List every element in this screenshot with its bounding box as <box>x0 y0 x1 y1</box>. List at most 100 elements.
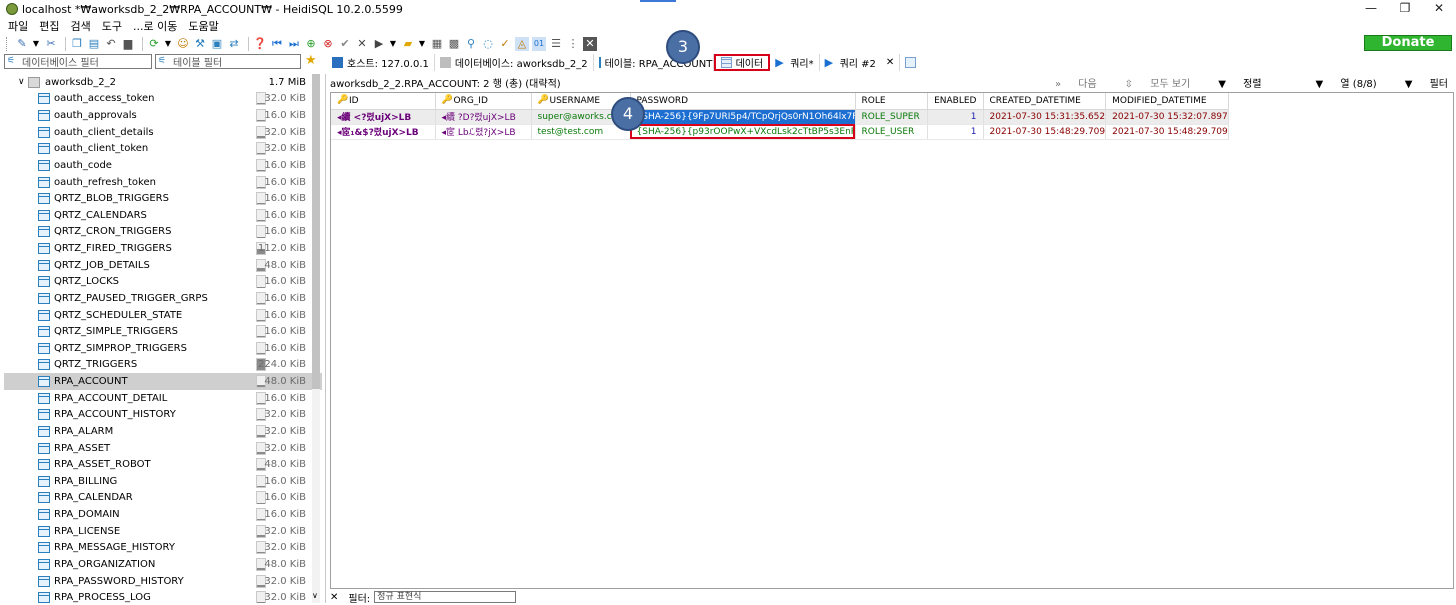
chevron-down-icon[interactable]: ▼ <box>32 37 40 51</box>
col-header-enabled[interactable]: ENABLED <box>927 93 984 110</box>
next-button[interactable]: » 다음 <box>1041 75 1097 90</box>
chevron-down-icon[interactable]: ▼ <box>418 37 426 51</box>
tree-table-item[interactable]: RPA_ORGANIZATION 48.0 KiB <box>4 556 322 573</box>
run-query-icon[interactable]: ▶ <box>372 37 386 51</box>
cell-modified[interactable]: 2021-07-30 15:48:29.709 <box>1105 124 1229 140</box>
tree-table-item[interactable]: QRTZ_SIMPROP_TRIGGERS 16.0 KiB <box>4 340 322 357</box>
tab-query-2[interactable]: ▶ 쿼리 #2 ✕ <box>820 53 901 71</box>
col-header-role[interactable]: ROLE <box>855 93 928 110</box>
tree-table-item[interactable]: QRTZ_PAUSED_TRIGGER_GRPS 16.0 KiB <box>4 290 322 307</box>
open-folder-icon[interactable]: ▰ <box>401 37 415 51</box>
tree-table-item[interactable]: RPA_PROCESS_LOG 32.0 KiB <box>4 589 322 603</box>
tab-database[interactable]: 데이터베이스: aworksdb_2_2 <box>435 53 594 71</box>
tree-table-item[interactable]: oauth_client_token 32.0 KiB <box>4 141 322 158</box>
wrap-icon[interactable]: ☰ <box>549 37 563 51</box>
tab-query[interactable]: ▶ 쿼리* <box>770 53 820 71</box>
tree-table-item[interactable]: RPA_CALENDAR 16.0 KiB <box>4 490 322 507</box>
tree-scrollbar-thumb[interactable] <box>312 74 320 389</box>
help-icon[interactable]: ❓ <box>253 37 267 51</box>
col-header-created[interactable]: CREATED_DATETIME <box>983 93 1107 110</box>
menu-edit[interactable]: 편집 <box>39 18 59 34</box>
tree-table-item[interactable]: QRTZ_FIRED_TRIGGERS 112.0 KiB <box>4 240 322 257</box>
tree-table-item[interactable]: QRTZ_JOB_DETAILS 48.0 KiB <box>4 257 322 274</box>
cell-password[interactable]: {SHA-256}{9Fp7URI5p4/TCpQrjQs0rN1Oh64lx7… <box>630 109 856 125</box>
refresh-icon[interactable]: ⟳ <box>147 37 161 51</box>
export-icon[interactable]: ▣ <box>210 37 224 51</box>
tree-table-item[interactable]: QRTZ_SIMPLE_TRIGGERS 16.0 KiB <box>4 323 322 340</box>
col-header-org-id[interactable]: 🔑ORG_ID <box>435 93 532 110</box>
col-header-id[interactable]: 🔑ID <box>331 93 436 110</box>
menu-goto[interactable]: ...로 이동 <box>133 18 177 34</box>
tree-table-item[interactable]: RPA_MESSAGE_HISTORY 32.0 KiB <box>4 540 322 557</box>
minimize-icon[interactable]: — <box>1354 0 1388 18</box>
close-icon[interactable]: ✕ <box>1422 0 1456 18</box>
close-tab-icon[interactable]: ✕ <box>886 57 894 68</box>
tree-table-item[interactable]: RPA_PASSWORD_HISTORY 32.0 KiB <box>4 573 322 590</box>
disconnect-icon[interactable]: ✂ <box>44 37 58 51</box>
col-header-password[interactable]: PASSWORD <box>630 93 856 110</box>
first-record-icon[interactable]: ⏮ <box>270 37 284 51</box>
cell-password[interactable]: {SHA-256}{p93rOOPwX+VXcdLsk2cTtBP5s3EnP1… <box>630 124 856 140</box>
cell-created[interactable]: 2021-07-30 15:48:29.709 <box>983 124 1107 140</box>
post-icon[interactable]: ✔ <box>338 37 352 51</box>
delete-row-icon[interactable]: ⊗ <box>321 37 335 51</box>
tree-table-item[interactable]: QRTZ_TRIGGERS 224.0 KiB <box>4 357 322 374</box>
tree-table-item[interactable]: oauth_client_details 32.0 KiB <box>4 124 322 141</box>
tree-scrollbar[interactable] <box>312 74 320 603</box>
menu-tools[interactable]: 도구 <box>102 18 122 34</box>
tree-table-item[interactable]: RPA_LICENSE 32.0 KiB <box>4 523 322 540</box>
import-icon[interactable]: ⇄ <box>227 37 241 51</box>
table-row[interactable]: ◂宧₁&$?렸ujX>LB ◂宧 Lbℒ렸?jX>LB test@test.co… <box>331 124 1229 140</box>
tree-table-item[interactable]: oauth_approvals 16.0 KiB <box>4 107 322 124</box>
user-manager-icon[interactable]: ☺ <box>176 37 190 51</box>
cell-enabled[interactable]: 1 <box>927 109 984 125</box>
tree-table-item[interactable]: RPA_ACCOUNT_HISTORY 32.0 KiB <box>4 407 322 424</box>
favorite-star-icon[interactable]: ★ <box>305 54 319 68</box>
add-row-icon[interactable]: ⊕ <box>304 37 318 51</box>
tree-table-item[interactable]: oauth_code 16.0 KiB <box>4 157 322 174</box>
cell-role[interactable]: ROLE_USER <box>855 124 928 140</box>
table-filter-input[interactable]: ⚟ 테이블 필터 <box>155 54 301 69</box>
cell-org-id[interactable]: ◂續 ?D?렸ujX>LB <box>435 109 532 125</box>
pane-splitter[interactable] <box>325 74 326 603</box>
maintenance-icon[interactable]: ⚒ <box>193 37 207 51</box>
database-filter-input[interactable]: ⚟ 데이터베이스 필터 <box>4 54 152 69</box>
tree-table-item[interactable]: oauth_refresh_token 16.0 KiB <box>4 174 322 191</box>
tree-table-item[interactable]: RPA_ALARM 32.0 KiB <box>4 423 322 440</box>
filter-button[interactable]: ▼ 필터 <box>1391 75 1448 90</box>
undo-icon[interactable]: ↶ <box>104 37 118 51</box>
chevron-down-icon[interactable]: ▼ <box>389 37 397 51</box>
tree-table-item[interactable]: QRTZ_SCHEDULER_STATE 16.0 KiB <box>4 307 322 324</box>
columns-button[interactable]: ▼ 열 (8/8) <box>1302 75 1377 90</box>
tree-table-item[interactable]: RPA_DOMAIN 16.0 KiB <box>4 506 322 523</box>
table-row[interactable]: ◂續 <?렸ujX>LB ◂續 ?D?렸ujX>LB super@aworks.… <box>331 109 1229 125</box>
regex-filter-input[interactable]: 정규 표현식 <box>374 591 517 603</box>
close-tab-icon[interactable]: ✕ <box>583 36 597 51</box>
chevron-down-icon[interactable]: ∨ <box>18 77 25 87</box>
cell-username[interactable]: test@test.com <box>531 124 631 140</box>
menu-file[interactable]: 파일 <box>8 18 28 34</box>
binary-toggle-icon[interactable]: 01 <box>532 36 546 51</box>
tree-table-item[interactable]: RPA_ACCOUNT 48.0 KiB <box>4 373 322 390</box>
tree-table-item[interactable]: RPA_ASSET 32.0 KiB <box>4 440 322 457</box>
maximize-icon[interactable]: ❐ <box>1388 0 1422 18</box>
save-as-icon[interactable]: ▩ <box>447 37 461 51</box>
menu-help[interactable]: 도움말 <box>188 18 218 34</box>
paste-icon[interactable]: ▤ <box>87 37 101 51</box>
chevron-down-icon[interactable]: ▼ <box>164 37 172 51</box>
tree-table-item[interactable]: RPA_ACCOUNT_DETAIL 16.0 KiB <box>4 390 322 407</box>
tree-table-item[interactable]: QRTZ_LOCKS 16.0 KiB <box>4 274 322 291</box>
show-all-button[interactable]: ⇳ 모두 보기 <box>1111 75 1191 90</box>
tree-table-item[interactable]: RPA_BILLING 16.0 KiB <box>4 473 322 490</box>
tab-data[interactable]: 데이터 <box>713 53 771 71</box>
last-record-icon[interactable]: ⏭ <box>287 37 301 51</box>
menu-search[interactable]: 검색 <box>71 18 91 34</box>
find-icon[interactable]: ⚲ <box>464 37 478 51</box>
cell-created[interactable]: 2021-07-30 15:31:35.652 <box>983 109 1107 125</box>
tree-table-item[interactable]: QRTZ_CALENDARS 16.0 KiB <box>4 207 322 224</box>
cell-id[interactable]: ◂宧₁&$?렸ujX>LB <box>331 124 436 140</box>
col-header-modified[interactable]: MODIFIED_DATETIME <box>1105 93 1229 110</box>
cell-id[interactable]: ◂續 <?렸ujX>LB <box>331 109 436 125</box>
save-icon[interactable]: ▦ <box>430 37 444 51</box>
session-manager-icon[interactable]: ✎ <box>15 37 29 51</box>
